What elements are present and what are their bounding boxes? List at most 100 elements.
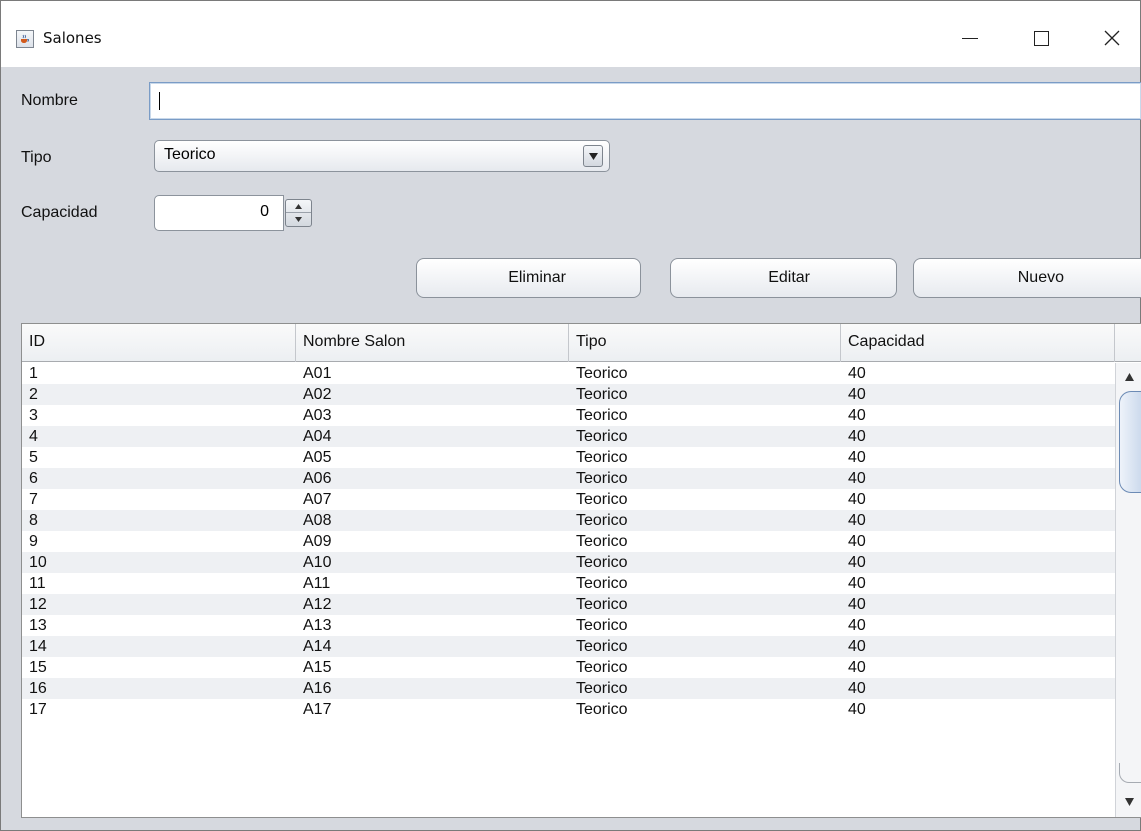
table-row[interactable]: 9 A09 Teorico 40 xyxy=(22,531,1115,552)
table-row[interactable]: 11 A11 Teorico 40 xyxy=(22,573,1115,594)
column-header-nombre-salon[interactable]: Nombre Salon xyxy=(296,324,569,362)
scrollbar-thumb[interactable] xyxy=(1119,391,1141,493)
cell-id: 6 xyxy=(29,470,38,487)
cell-capacidad: 40 xyxy=(848,617,866,634)
scroll-up-button[interactable] xyxy=(1116,366,1141,388)
nuevo-button[interactable]: Nuevo xyxy=(913,258,1141,298)
table-row[interactable]: 8 A08 Teorico 40 xyxy=(22,510,1115,531)
cell-tipo: Teorico xyxy=(576,428,628,445)
cell-id: 9 xyxy=(29,533,38,550)
cell-id: 15 xyxy=(29,659,47,676)
cell-nombre-salon: A07 xyxy=(303,491,332,508)
spinner-up-button[interactable] xyxy=(286,200,311,213)
capacidad-field[interactable]: 0 xyxy=(154,195,284,231)
maximize-icon xyxy=(1033,30,1049,46)
cell-id: 8 xyxy=(29,512,38,529)
table-row[interactable]: 13 A13 Teorico 40 xyxy=(22,615,1115,636)
table-row[interactable]: 14 A14 Teorico 40 xyxy=(22,636,1115,657)
tipo-label: Tipo xyxy=(21,149,52,166)
cell-id: 3 xyxy=(29,407,38,424)
table-row[interactable]: 5 A05 Teorico 40 xyxy=(22,447,1115,468)
minimize-icon xyxy=(962,37,978,39)
cell-id: 10 xyxy=(29,554,47,571)
table-row[interactable]: 12 A12 Teorico 40 xyxy=(22,594,1115,615)
eliminar-button[interactable]: Eliminar xyxy=(416,258,641,298)
table-header: ID Nombre Salon Tipo Capacidad xyxy=(22,324,1141,362)
cell-capacidad: 40 xyxy=(848,449,866,466)
vertical-scrollbar[interactable] xyxy=(1115,363,1141,817)
arrow-up-icon xyxy=(1125,373,1134,381)
cell-tipo: Teorico xyxy=(576,617,628,634)
cell-capacidad: 40 xyxy=(848,470,866,487)
table-row[interactable]: 3 A03 Teorico 40 xyxy=(22,405,1115,426)
column-header-id[interactable]: ID xyxy=(22,324,296,362)
cell-capacidad: 40 xyxy=(848,512,866,529)
table-row[interactable]: 17 A17 Teorico 40 xyxy=(22,699,1115,720)
cell-nombre-salon: A05 xyxy=(303,449,332,466)
cell-nombre-salon: A03 xyxy=(303,407,332,424)
table-row[interactable]: 2 A02 Teorico 40 xyxy=(22,384,1115,405)
cell-capacidad: 40 xyxy=(848,701,866,718)
chevron-down-icon xyxy=(588,152,598,160)
cell-id: 7 xyxy=(29,491,38,508)
title-bar[interactable]: Salones xyxy=(1,1,1140,67)
arrow-up-icon xyxy=(295,203,302,209)
column-header-tipo[interactable]: Tipo xyxy=(569,324,841,362)
cell-tipo: Teorico xyxy=(576,491,628,508)
cell-nombre-salon: A06 xyxy=(303,470,332,487)
java-cup-icon xyxy=(16,30,34,48)
table-row[interactable]: 6 A06 Teorico 40 xyxy=(22,468,1115,489)
scroll-down-button[interactable] xyxy=(1116,791,1141,813)
cell-tipo: Teorico xyxy=(576,659,628,676)
capacidad-spinner[interactable]: 0 xyxy=(154,195,313,231)
cell-capacidad: 40 xyxy=(848,491,866,508)
table-row[interactable]: 16 A16 Teorico 40 xyxy=(22,678,1115,699)
table-row[interactable]: 1 A01 Teorico 40 xyxy=(22,363,1115,384)
tipo-select[interactable]: Teorico xyxy=(154,140,610,172)
cell-capacidad: 40 xyxy=(848,407,866,424)
editar-button-label: Editar xyxy=(768,269,810,286)
cell-id: 5 xyxy=(29,449,38,466)
cell-nombre-salon: A04 xyxy=(303,428,332,445)
cell-tipo: Teorico xyxy=(576,512,628,529)
scrollbar-track-end xyxy=(1119,763,1141,783)
table-row[interactable]: 10 A10 Teorico 40 xyxy=(22,552,1115,573)
dropdown-arrow-button[interactable] xyxy=(583,145,603,167)
cell-tipo: Teorico xyxy=(576,365,628,382)
cell-nombre-salon: A16 xyxy=(303,680,332,697)
cell-id: 11 xyxy=(29,575,46,592)
cell-nombre-salon: A15 xyxy=(303,659,332,676)
nombre-input[interactable] xyxy=(149,82,1141,120)
cell-nombre-salon: A08 xyxy=(303,512,332,529)
cell-capacidad: 40 xyxy=(848,638,866,655)
minimize-button[interactable] xyxy=(947,21,993,55)
cell-tipo: Teorico xyxy=(576,470,628,487)
maximize-button[interactable] xyxy=(1018,21,1064,55)
column-header-capacidad[interactable]: Capacidad xyxy=(841,324,1115,362)
text-caret xyxy=(159,92,160,110)
cell-capacidad: 40 xyxy=(848,659,866,676)
salones-window: Salones Nombre Tipo Teorico Capacidad 0 xyxy=(0,0,1141,831)
table-row[interactable]: 15 A15 Teorico 40 xyxy=(22,657,1115,678)
cell-capacidad: 40 xyxy=(848,575,866,592)
cell-tipo: Teorico xyxy=(576,596,628,613)
cell-tipo: Teorico xyxy=(576,449,628,466)
nuevo-button-label: Nuevo xyxy=(1017,269,1064,286)
editar-button[interactable]: Editar xyxy=(670,258,897,298)
cell-id: 1 xyxy=(29,365,38,382)
eliminar-button-label: Eliminar xyxy=(508,269,566,286)
table-row[interactable]: 7 A07 Teorico 40 xyxy=(22,489,1115,510)
spinner-down-button[interactable] xyxy=(286,213,311,226)
table-row[interactable]: 4 A04 Teorico 40 xyxy=(22,426,1115,447)
cell-tipo: Teorico xyxy=(576,638,628,655)
close-icon xyxy=(1104,30,1120,46)
cell-nombre-salon: A11 xyxy=(303,575,331,592)
close-button[interactable] xyxy=(1089,21,1135,55)
salones-table: ID Nombre Salon Tipo Capacidad 1 A01 Teori… xyxy=(21,323,1141,818)
spinner-buttons xyxy=(285,199,312,227)
cell-capacidad: 40 xyxy=(848,680,866,697)
cell-capacidad: 40 xyxy=(848,386,866,403)
cell-tipo: Teorico xyxy=(576,533,628,550)
arrow-down-icon xyxy=(1125,798,1134,806)
cell-nombre-salon: A13 xyxy=(303,617,332,634)
